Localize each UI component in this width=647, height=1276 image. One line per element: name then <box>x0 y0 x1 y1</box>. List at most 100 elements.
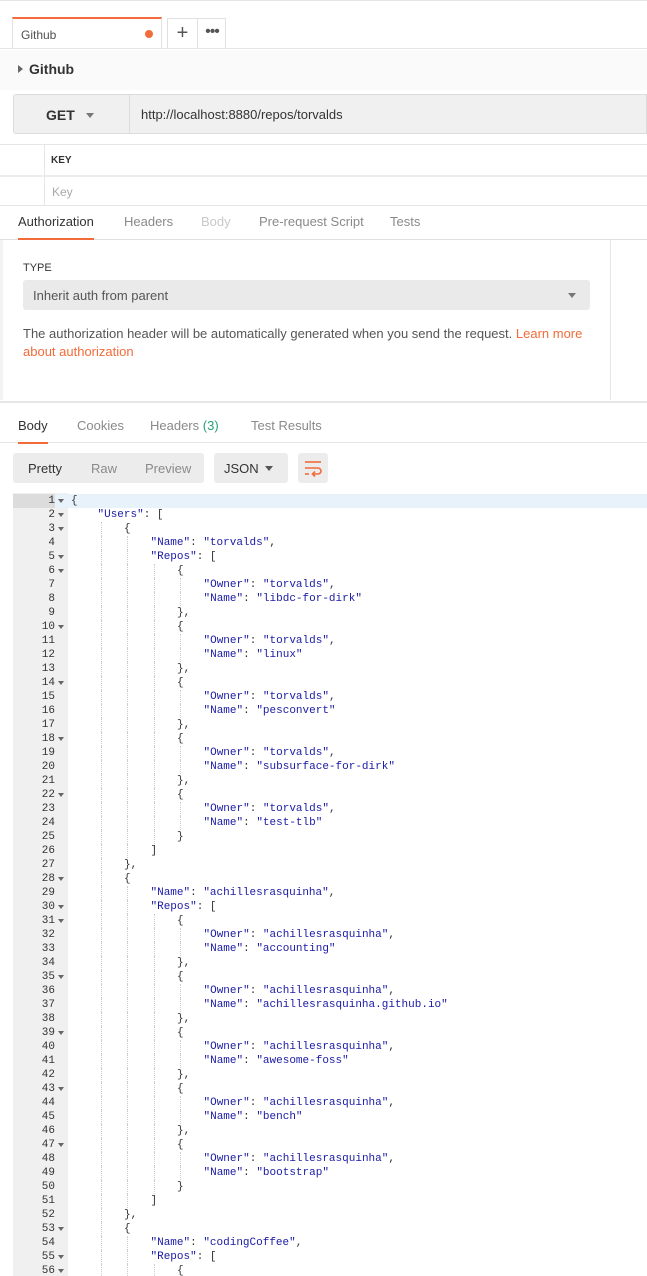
code-punctuation: , <box>328 803 336 815</box>
new-tab-button[interactable]: + <box>168 19 198 48</box>
indent-guide <box>100 788 103 802</box>
response-tab-test-results[interactable]: Test Results <box>251 418 322 433</box>
code-punctuation: ] <box>150 845 158 857</box>
unsaved-dot-icon <box>145 30 153 38</box>
code-text: }, <box>177 1068 190 1082</box>
indent-guide <box>100 1152 103 1166</box>
indent-guide <box>153 760 156 774</box>
fold-toggle-icon[interactable] <box>58 793 64 797</box>
indent-guide <box>127 1250 129 1264</box>
indent-guide <box>153 704 156 718</box>
fold-toggle-icon[interactable] <box>58 1227 64 1231</box>
fold-toggle-icon[interactable] <box>58 905 64 909</box>
fold-toggle-icon[interactable] <box>58 975 64 979</box>
headers-count-badge: (3) <box>202 418 219 433</box>
indent-guide <box>153 928 156 942</box>
response-tab-cookies[interactable]: Cookies <box>77 418 124 433</box>
tab-authorization[interactable]: Authorization <box>18 214 94 240</box>
fold-toggle-icon[interactable] <box>58 919 64 923</box>
url-input[interactable]: http://localhost:8880/repos/torvalds <box>129 94 647 134</box>
code-punctuation: : <box>243 1167 257 1179</box>
json-key: "Name" <box>203 649 244 661</box>
code-line: 12 "Name": "linux" <box>13 648 647 662</box>
code-punctuation: { <box>177 915 184 927</box>
tab-headers[interactable]: Headers <box>124 214 173 229</box>
fold-toggle-icon[interactable] <box>58 1031 64 1035</box>
indent-guide <box>180 802 182 816</box>
code-line: 24 "Name": "test-tlb" <box>13 816 647 830</box>
line-number: 52 <box>41 1209 55 1221</box>
indent-guide <box>180 578 182 592</box>
code-punctuation: : <box>243 593 257 605</box>
auth-type-select[interactable]: Inherit auth from parent <box>23 280 590 310</box>
json-key: "Owner" <box>203 803 250 815</box>
code-text: "Name": "pesconvert" <box>204 704 336 718</box>
raw-button[interactable]: Raw <box>91 461 117 476</box>
request-tab-label: Github <box>21 28 57 42</box>
fold-toggle-icon[interactable] <box>58 625 64 629</box>
json-key: "Owner" <box>203 579 250 591</box>
response-body-code[interactable]: 1{2 "Users": [3{4 "Name": "torvalds", 5 "Rep… <box>13 493 647 1276</box>
more-tabs-button[interactable]: ••• <box>198 19 226 48</box>
fold-toggle-icon[interactable] <box>58 1143 64 1147</box>
json-key: "Owner" <box>203 691 250 703</box>
caret-right-icon[interactable] <box>18 65 23 73</box>
fold-toggle-icon[interactable] <box>58 681 64 685</box>
code-text: "Repos": [ <box>151 900 217 914</box>
indent-guide <box>127 956 129 970</box>
param-key-input[interactable]: Key <box>52 185 73 199</box>
learn-more-link-text-2[interactable]: about authorization <box>23 344 134 359</box>
fold-toggle-icon[interactable] <box>58 513 64 517</box>
indent-guide <box>100 564 103 578</box>
json-key: "Name" <box>150 1237 191 1249</box>
line-number: 7 <box>48 579 55 591</box>
indent-guide <box>153 1124 156 1138</box>
indent-guide <box>100 774 103 788</box>
pretty-button[interactable]: Pretty <box>28 461 62 476</box>
fold-toggle-icon[interactable] <box>58 499 64 503</box>
indent-guide <box>180 592 182 606</box>
learn-more-link-text-1[interactable]: Learn more <box>516 326 582 341</box>
tab-tests[interactable]: Tests <box>390 214 420 229</box>
code-punctuation: : <box>243 1055 257 1067</box>
format-select[interactable]: JSON <box>214 453 288 483</box>
indent-guide <box>153 1152 156 1166</box>
code-line: 4 "Name": "torvalds", <box>13 536 647 550</box>
json-key: "Owner" <box>203 635 250 647</box>
fold-toggle-icon[interactable] <box>58 569 64 573</box>
line-number: 10 <box>41 621 55 633</box>
response-tab-body[interactable]: Body <box>18 418 48 444</box>
fold-toggle-icon[interactable] <box>58 1269 64 1273</box>
request-tab-github[interactable]: Github <box>12 17 162 48</box>
fold-toggle-icon[interactable] <box>58 877 64 881</box>
indent-guide <box>153 1180 156 1194</box>
code-text: } <box>177 1180 184 1194</box>
line-number: 24 <box>41 817 55 829</box>
fold-toggle-icon[interactable] <box>58 555 64 559</box>
wrap-lines-button[interactable] <box>298 453 328 483</box>
code-punctuation: , <box>388 929 395 941</box>
line-number: 5 <box>48 551 55 563</box>
line-number: 40 <box>41 1041 55 1053</box>
request-name[interactable]: Github <box>29 61 74 77</box>
tab-pre-request-script[interactable]: Pre-request Script <box>259 214 364 229</box>
response-tab-headers[interactable]: Headers (3) <box>150 418 219 433</box>
line-number: 36 <box>41 985 55 997</box>
auth-description: The authorization header will be automat… <box>23 325 583 361</box>
code-line: 29 "Name": "achillesrasquinha", <box>13 886 647 900</box>
fold-toggle-icon[interactable] <box>58 737 64 741</box>
indent-guide <box>100 550 103 564</box>
indent-guide <box>153 1166 156 1180</box>
indent-guide <box>127 1138 129 1152</box>
indent-guide <box>127 592 129 606</box>
fold-toggle-icon[interactable] <box>58 1255 64 1259</box>
tab-body[interactable]: Body <box>201 214 231 229</box>
method-select[interactable]: GET <box>13 94 129 134</box>
indent-guide <box>153 606 156 620</box>
indent-guide <box>100 704 103 718</box>
fold-toggle-icon[interactable] <box>58 1087 64 1091</box>
preview-button[interactable]: Preview <box>145 461 191 476</box>
line-number: 17 <box>41 719 55 731</box>
code-line: 41 "Name": "awesome-foss" <box>13 1054 647 1068</box>
fold-toggle-icon[interactable] <box>58 527 64 531</box>
